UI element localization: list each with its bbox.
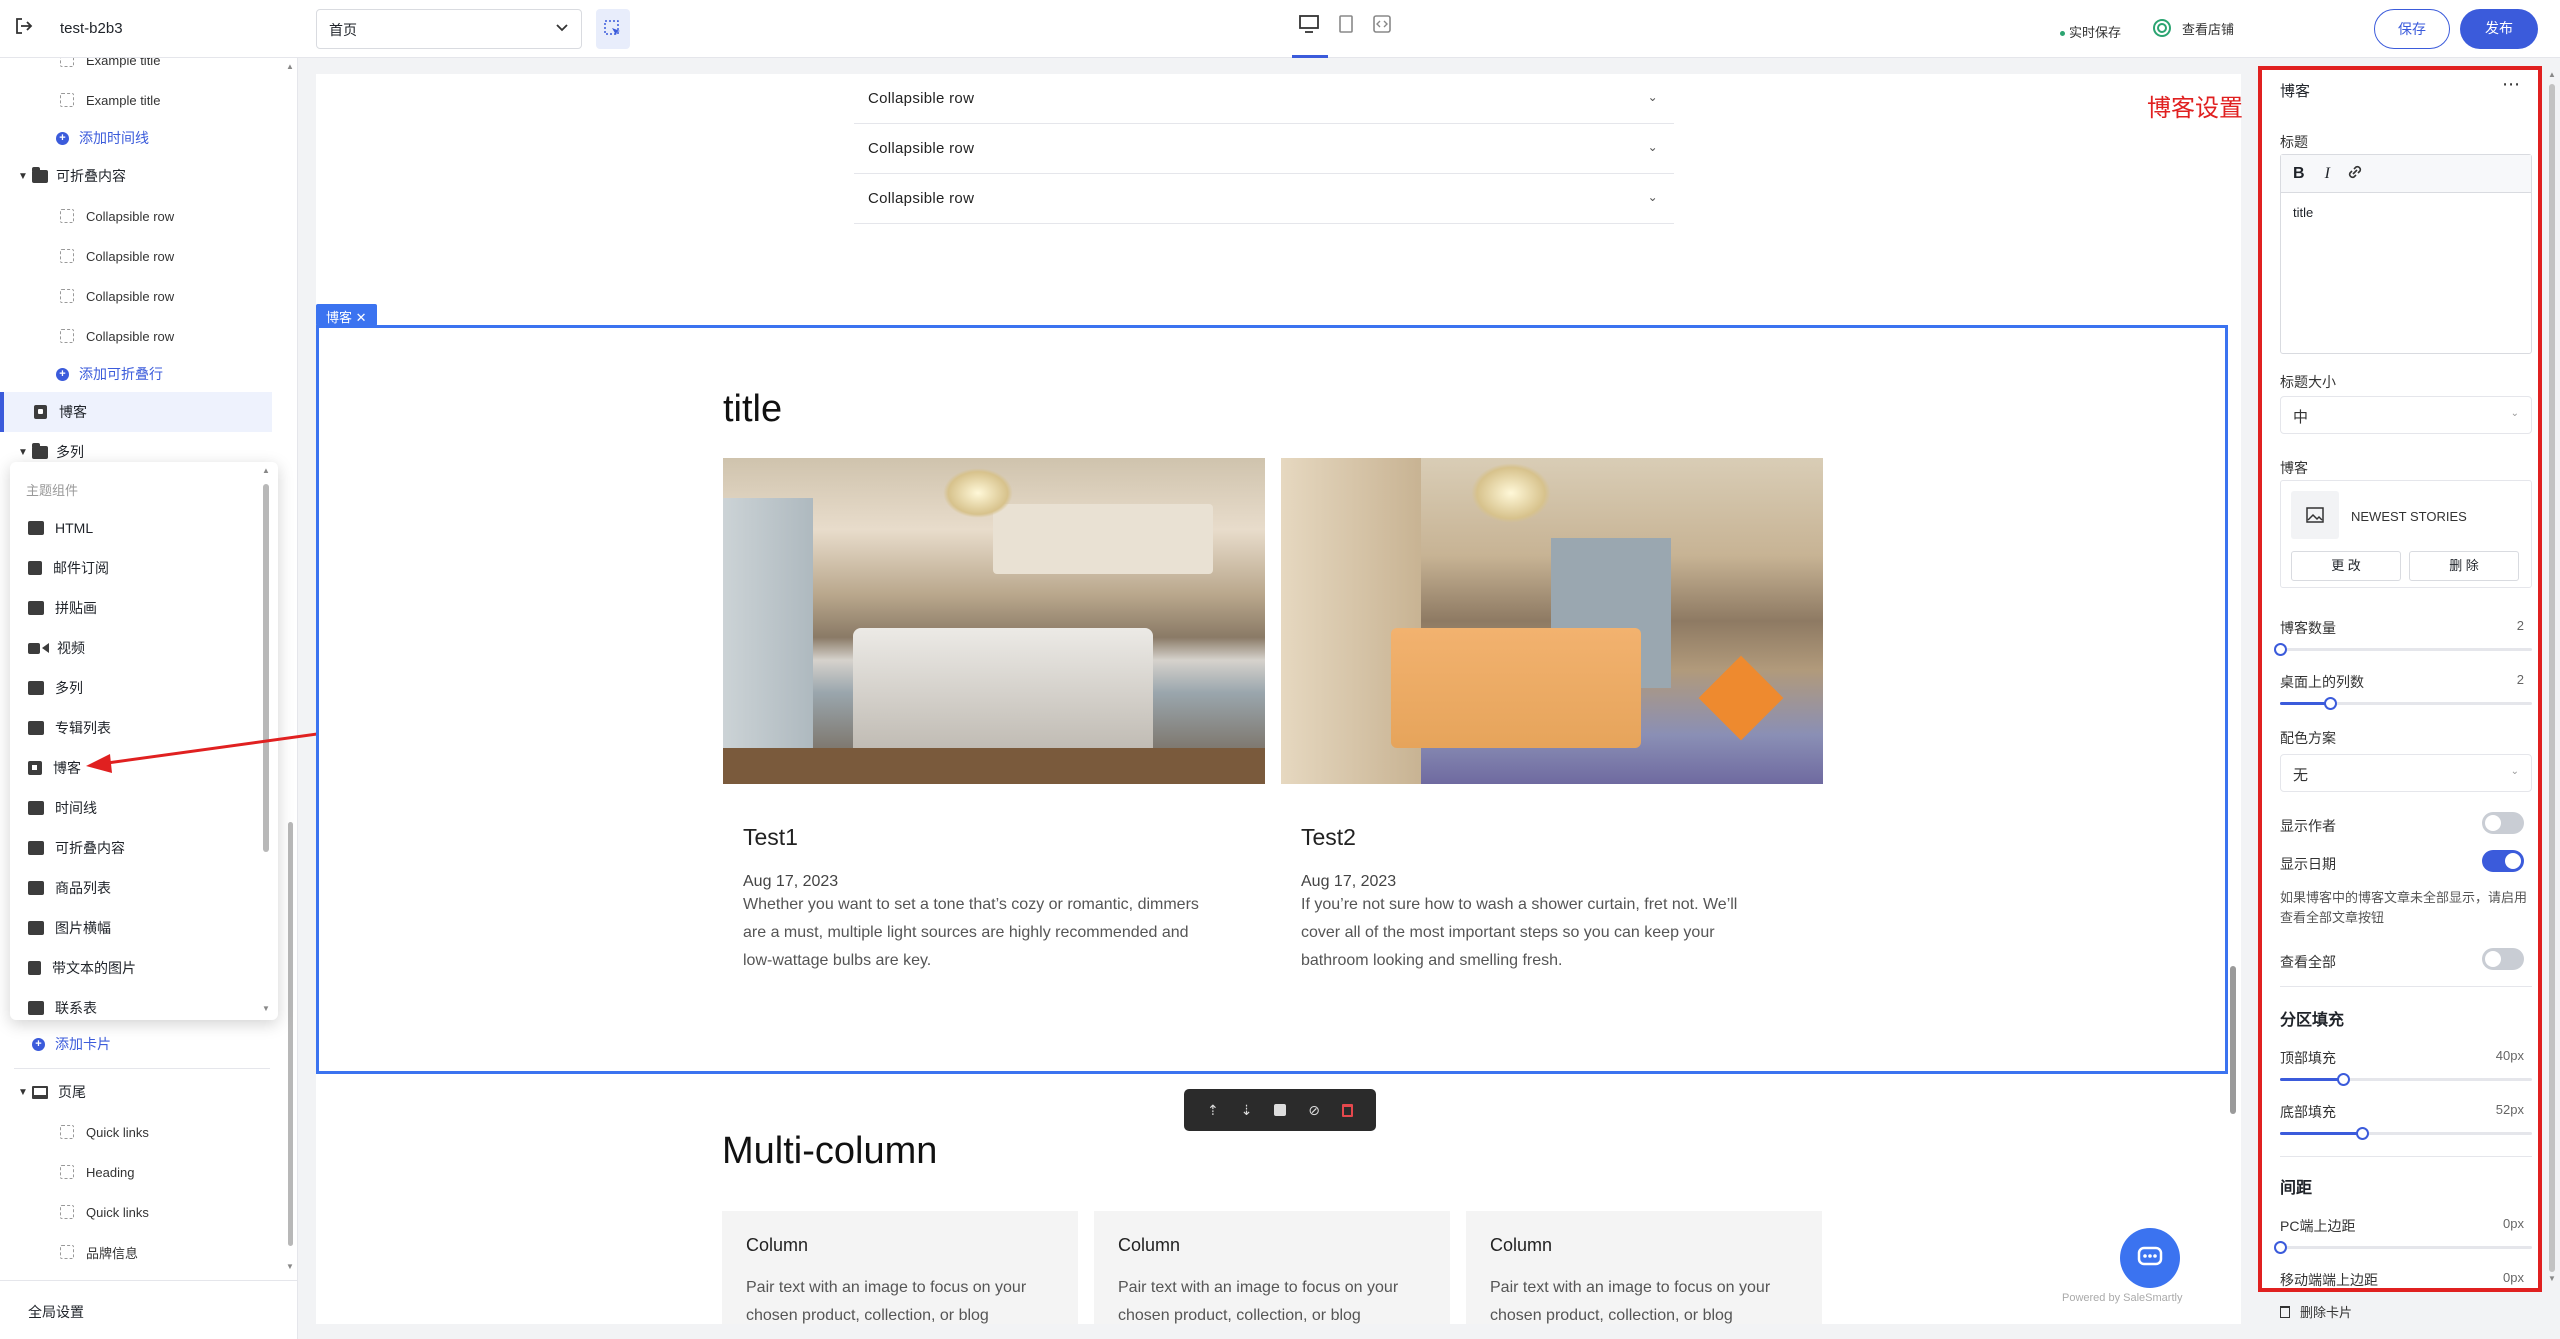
show-date-toggle[interactable] [2482, 850, 2524, 872]
bottom-padding-slider[interactable] [2280, 1127, 2532, 1140]
canvas-scrollbar-thumb[interactable] [2230, 966, 2236, 1114]
top-padding-value: 40px [2495, 1048, 2524, 1063]
show-author-toggle[interactable] [2482, 812, 2524, 834]
chat-button[interactable] [2120, 1228, 2180, 1288]
delete-blog-button[interactable]: 删 除 [2409, 551, 2519, 581]
heading-label: 标题 [2280, 134, 2308, 150]
blog-post-card[interactable]: Test2 Aug 17, 2023 If you’re not sure ho… [1281, 458, 1823, 975]
desktop-columns-label: 桌面上的列数 [2280, 674, 2364, 690]
pc-top-margin-label: PC端上边距 [2280, 1218, 2356, 1234]
pc-top-margin-value: 0px [2503, 1216, 2524, 1231]
section-toolbar: ⇡ ⇣ ⊘ [1184, 1089, 1376, 1131]
heading-editor-text[interactable]: title [2281, 193, 2531, 232]
view-all-toggle[interactable] [2482, 948, 2524, 970]
mobile-top-margin-label: 移动端端上边距 [2280, 1272, 2378, 1288]
image-placeholder-icon [2291, 491, 2339, 539]
column-card[interactable]: Column Pair text with an image to focus … [1094, 1211, 1450, 1324]
change-blog-button[interactable]: 更 改 [2291, 551, 2401, 581]
chevron-down-icon: ⌄ [2510, 766, 2519, 777]
bottom-padding-value: 52px [2495, 1102, 2524, 1117]
column-text: Pair text with an image to focus on your… [1118, 1279, 1399, 1324]
color-scheme-label: 配色方案 [2280, 730, 2336, 746]
post-count-label: 博客数量 [2280, 620, 2336, 636]
post-excerpt: Whether you want to set a tone that’s co… [743, 896, 1199, 969]
column-text: Pair text with an image to focus on your… [746, 1279, 1027, 1324]
color-scheme-select[interactable]: 无 ⌄ [2280, 754, 2532, 792]
section-padding-heading: 分区填充 [2280, 1012, 2345, 1029]
page-preview-canvas: Collapsible row ⌄ Collapsible row ⌄ Collap… [316, 74, 2241, 1324]
post-image-bedroom[interactable] [723, 458, 1265, 784]
chat-icon [2137, 1246, 2163, 1266]
blog-label: 博客 [2280, 460, 2308, 476]
post-title[interactable]: Test2 [1301, 824, 1823, 851]
chevron-down-icon: ⌄ [1647, 190, 1658, 204]
column-card[interactable]: Column Pair text with an image to focus … [1466, 1211, 1822, 1324]
view-all-label: 查看全部 [2280, 954, 2336, 970]
show-author-label: 显示作者 [2280, 818, 2336, 834]
post-count-slider[interactable] [2274, 643, 2532, 656]
top-padding-label: 顶部填充 [2280, 1050, 2336, 1066]
blog-section-selected[interactable]: title Test1 Aug 17, 2023 Whether you wan… [316, 325, 2228, 1074]
blog-name: NEWEST STORIES [2351, 509, 2467, 524]
column-heading: Column [1490, 1235, 1553, 1255]
collapsible-row[interactable]: Collapsible row ⌄ [854, 124, 1674, 174]
mobile-top-margin-value: 0px [2503, 1270, 2524, 1285]
move-down-icon[interactable]: ⇣ [1241, 1102, 1253, 1119]
heading-size-select[interactable]: 中 ⌄ [2280, 396, 2532, 434]
delete-icon[interactable] [1341, 1103, 1353, 1117]
divider [2280, 1156, 2532, 1157]
trash-icon [2280, 1305, 2290, 1318]
collapsible-row[interactable]: Collapsible row ⌄ [854, 174, 1674, 224]
post-date: Aug 17, 2023 [743, 873, 839, 890]
chevron-down-icon: ⌄ [1647, 140, 1658, 154]
bottom-padding-label: 底部填充 [2280, 1104, 2336, 1120]
view-all-info: 如果博客中的博客文章未全部显示，请启用查看全部文章按钮 [2280, 890, 2528, 925]
chevron-down-icon: ⌄ [2510, 408, 2519, 419]
bold-icon[interactable]: B [2293, 165, 2305, 183]
link-icon[interactable] [2346, 163, 2364, 184]
top-padding-slider[interactable] [2280, 1073, 2532, 1086]
annotation-label: 博客设置 [2147, 95, 2243, 122]
spacing-heading: 间距 [2280, 1180, 2313, 1197]
scrollbar-thumb[interactable] [2549, 84, 2555, 1272]
post-date: Aug 17, 2023 [1301, 873, 1397, 890]
editor-toolbar: B I [2281, 155, 2531, 193]
divider [2280, 986, 2532, 987]
move-up-icon[interactable]: ⇡ [1207, 1102, 1219, 1119]
settings-scrollbar[interactable]: ▲ ▼ [2548, 66, 2556, 1292]
italic-icon[interactable]: I [2325, 165, 2330, 183]
column-text: Pair text with an image to focus on your… [1490, 1279, 1771, 1324]
desktop-columns-value: 2 [2516, 672, 2524, 687]
post-title[interactable]: Test1 [743, 824, 1265, 851]
collapsible-row[interactable]: Collapsible row ⌄ [854, 74, 1674, 124]
blog-post-card[interactable]: Test1 Aug 17, 2023 Whether you want to s… [723, 458, 1265, 975]
show-date-label: 显示日期 [2280, 856, 2336, 872]
more-icon[interactable]: ⋯ [2502, 74, 2520, 95]
hide-icon[interactable]: ⊘ [1308, 1102, 1320, 1119]
blog-section-badge[interactable]: 博客 ✕ [316, 304, 377, 326]
post-image-bedroom[interactable] [1281, 458, 1823, 784]
desktop-columns-slider[interactable] [2280, 697, 2532, 710]
multicolumn-title[interactable]: Multi-column [722, 1130, 937, 1173]
chevron-down-icon: ⌄ [1647, 90, 1658, 104]
column-heading: Column [1118, 1235, 1181, 1255]
blog-title: title [723, 388, 783, 430]
column-card[interactable]: Column Pair text with an image to focus … [722, 1211, 1078, 1324]
delete-card-button[interactable]: 删除卡片 [2280, 1302, 2352, 1321]
column-heading: Column [746, 1235, 809, 1255]
heading-editor[interactable]: B I title [2280, 154, 2532, 354]
panel-title: 博客 [2280, 83, 2311, 100]
blog-picker: NEWEST STORIES 更 改 删 除 [2280, 480, 2532, 588]
close-icon[interactable]: ✕ [356, 310, 367, 325]
heading-size-label: 标题大小 [2280, 374, 2336, 390]
post-excerpt: If you’re not sure how to wash a shower … [1301, 896, 1738, 969]
blog-settings-panel: 博客 ⋯ 标题 B I title 标题大小 中 ⌄ 博客 NEWEST STOR… [2258, 66, 2542, 1292]
post-count-value: 2 [2516, 618, 2524, 633]
pc-top-margin-slider[interactable] [2274, 1241, 2532, 1254]
powered-by: Powered by SaleSmartly [2062, 1292, 2183, 1304]
duplicate-icon[interactable] [1274, 1104, 1287, 1116]
